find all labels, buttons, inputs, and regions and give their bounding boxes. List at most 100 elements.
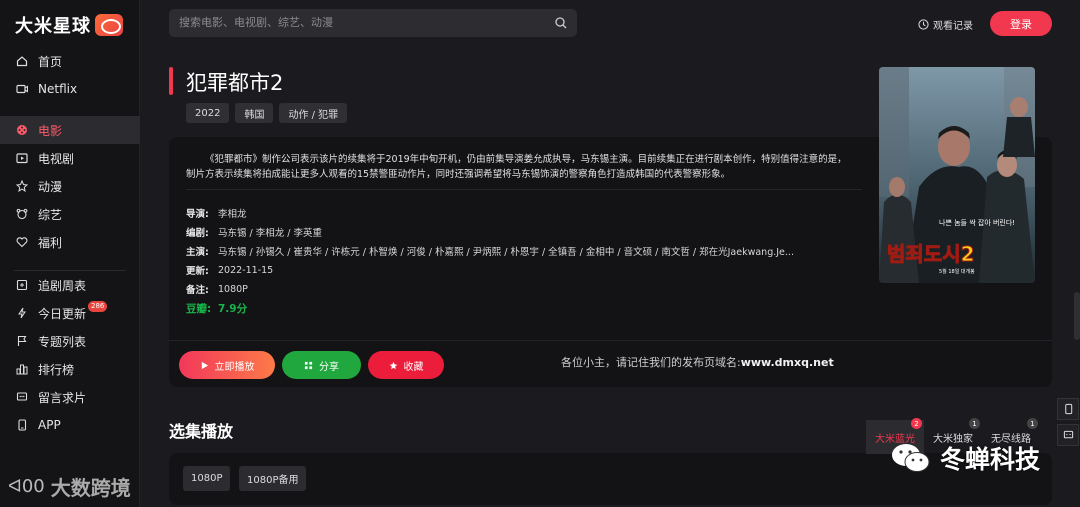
home-icon [16, 55, 28, 67]
star-icon [389, 361, 397, 369]
phone-icon [16, 419, 28, 431]
wechat-watermark: 冬蝉科技 [890, 440, 1040, 476]
login-button[interactable]: 登录 [990, 11, 1052, 36]
play-icon [201, 361, 208, 369]
nav-label: 留言求片 [38, 390, 87, 405]
poster-date: 5월 18일 대개봉 [939, 268, 975, 275]
nav-label: 专题列表 [38, 334, 87, 349]
source-count: 1 [969, 418, 980, 429]
play-now-button[interactable]: 立即播放 [179, 351, 275, 379]
episode-item[interactable]: 1080P备用 [239, 466, 307, 491]
score-key: 豆瓣: [186, 303, 212, 316]
meta-key: 编剧: [186, 227, 209, 239]
watermark-logo: ᐊ00 大数跨境 [8, 472, 131, 501]
score-value: 7.9分 [218, 303, 248, 316]
douban-score: 豆瓣: 7.9分 [186, 299, 866, 318]
wechat-icon [892, 444, 930, 472]
nav-label: 追剧周表 [38, 278, 87, 293]
meta-value[interactable]: 马东锡 / 孙锡久 / 崔贵华 / 许栋元 / 朴智焕 / 河俊 / 朴嘉熙 /… [218, 244, 794, 258]
nav-item-requests[interactable]: 留言求片 [0, 383, 140, 411]
nav-item-schedule[interactable]: 追剧周表 [0, 271, 140, 299]
nav-label: 动漫 [38, 179, 63, 194]
share-icon [304, 361, 313, 369]
update-count-badge: 286 [88, 301, 108, 312]
tag-year[interactable]: 2022 [186, 103, 230, 123]
movie-poster[interactable]: 나쁜 놈들 싹 잡아 버린다! 범죄도시2 5월 18일 대개봉 [879, 67, 1035, 283]
search-input[interactable] [179, 16, 539, 29]
favorite-button[interactable]: 收藏 [368, 351, 444, 379]
nav-label: 排行榜 [38, 362, 75, 377]
nav-item-movies[interactable]: 电影 [0, 116, 140, 144]
message-icon [1063, 430, 1073, 439]
clock-icon [918, 19, 929, 30]
share-button[interactable]: 分享 [282, 351, 361, 379]
meta-writer: 编剧: 马东锡 / 李相龙 / 李英重 [186, 222, 866, 241]
episode-section-title: 选集播放 [169, 422, 234, 441]
calendar-icon [16, 279, 28, 291]
phone-icon [1064, 403, 1072, 415]
meta-key: 导演: [186, 208, 209, 220]
notice-domain[interactable]: www.dmxq.net [741, 356, 834, 369]
logo-text: 大米星球 [15, 16, 91, 37]
nav-label: Netflix [38, 82, 78, 96]
share-label: 分享 [319, 361, 339, 373]
domain-notice: 各位小主，请记住我们的发布页域名:www.dmxq.net [561, 354, 834, 370]
meta-value[interactable]: 马东锡 / 李相龙 / 李英重 [218, 225, 322, 239]
meta-key: 备注: [186, 285, 209, 297]
message-icon [16, 391, 28, 403]
favorite-label: 收藏 [403, 361, 424, 373]
meta-updated: 更新: 2022-11-15 [186, 261, 866, 280]
episode-item[interactable]: 1080P [183, 466, 231, 491]
movie-meta: 导演: 李相龙 编剧: 马东锡 / 李相龙 / 李英重 主演: 马东锡 / 孙锡久 /… [186, 203, 866, 318]
card-divider [169, 340, 1052, 341]
search-bar [169, 9, 577, 37]
nav-label: 今日更新 [38, 306, 87, 321]
nav-label: APP [38, 418, 61, 432]
film-reel-icon [16, 124, 28, 136]
nav-item-home[interactable]: 首页 [0, 47, 140, 75]
wechat-watermark-text: 冬蝉科技 [940, 445, 1041, 474]
nav-label: 电影 [38, 123, 63, 138]
nav-label: 电视剧 [38, 151, 75, 166]
tv-play-icon [16, 152, 28, 164]
nav-item-netflix[interactable]: Netflix [0, 75, 140, 103]
movie-description: 《犯罪都市》制作公司表示该片的续集将于2019年中旬开机，仍由前集导演姜允成执导… [186, 154, 847, 180]
movie-tags: 2022 韩国 动作 / 犯罪 [186, 103, 348, 123]
heart-icon [16, 236, 28, 248]
watermark-text: 大数跨境 [50, 476, 131, 500]
nav-item-app[interactable]: APP [0, 411, 140, 439]
float-feedback-button[interactable] [1057, 424, 1079, 446]
site-logo[interactable]: 大米星球 [15, 12, 123, 38]
meta-key: 主演: [186, 246, 209, 258]
flag-icon [16, 335, 28, 347]
nav-label: 综艺 [38, 207, 63, 222]
source-count: 2 [911, 418, 922, 429]
meta-cast: 主演: 马东锡 / 孙锡久 / 崔贵华 / 许栋元 / 朴智焕 / 河俊 / 朴嘉… [186, 241, 866, 260]
side-scroll-handle[interactable] [1074, 292, 1080, 340]
desc-divider [186, 189, 862, 190]
nav-item-ranking[interactable]: 排行榜 [0, 355, 140, 383]
watch-history-link[interactable]: 观看记录 [918, 17, 973, 32]
nav-item-welfare[interactable]: 福利 [0, 228, 140, 256]
nav-item-variety[interactable]: 综艺 [0, 200, 140, 228]
play-label: 立即播放 [214, 361, 255, 373]
poster-tagline: 나쁜 놈들 싹 잡아 버린다! [939, 218, 1015, 227]
float-app-button[interactable] [1057, 398, 1079, 420]
nav-item-topics[interactable]: 专题列表 [0, 327, 140, 355]
tv-icon [16, 83, 28, 95]
nav-item-today-updates[interactable]: 今日更新 286 [0, 299, 140, 327]
nav-item-tv[interactable]: 电视剧 [0, 144, 140, 172]
notice-text: 各位小主，请记住我们的发布页域名: [561, 356, 741, 369]
meta-value: 2022-11-15 [218, 264, 274, 276]
sidebar: 大米星球 首页 Netflix 电影 电视剧 动漫 综艺 福利 追剧周表 今日更… [0, 0, 140, 507]
tag-region[interactable]: 韩国 [235, 103, 274, 123]
nav-item-anime[interactable]: 动漫 [0, 172, 140, 200]
search-icon[interactable] [555, 17, 567, 29]
meta-value: 1080P [218, 283, 248, 295]
meta-value[interactable]: 李相龙 [218, 206, 247, 220]
poster-title: 범죄도시2 [887, 242, 975, 266]
star-icon [16, 180, 28, 192]
tag-genre[interactable]: 动作 / 犯罪 [279, 103, 348, 123]
nav-label: 福利 [38, 235, 63, 250]
bear-icon [16, 208, 28, 220]
